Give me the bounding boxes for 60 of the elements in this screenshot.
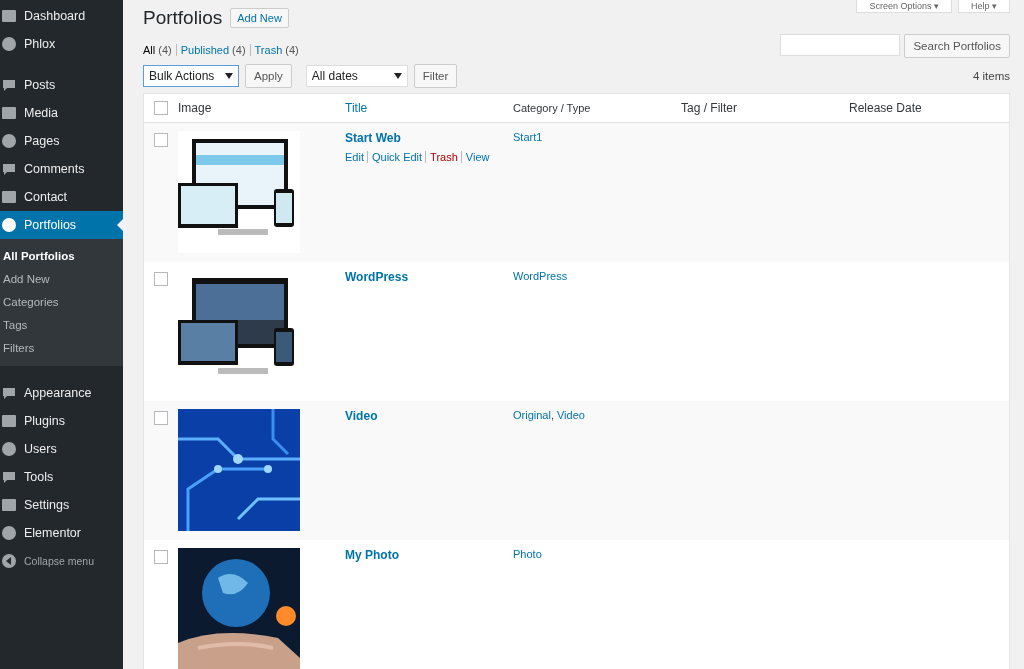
- portfolio-title-link[interactable]: My Photo: [345, 548, 399, 562]
- portfolio-title-link[interactable]: Video: [345, 409, 378, 423]
- row-checkbox[interactable]: [154, 133, 168, 147]
- row-action-link[interactable]: Quick Edit: [366, 151, 423, 163]
- screen-tab-button[interactable]: Screen Options ▾: [856, 0, 952, 13]
- screen-tab-button[interactable]: Help ▾: [958, 0, 1010, 13]
- category-link[interactable]: Photo: [513, 548, 542, 560]
- sidebar-item[interactable]: Phlox: [0, 30, 123, 58]
- sidebar-item[interactable]: Settings: [0, 491, 123, 519]
- category-link[interactable]: Video: [556, 409, 585, 421]
- category-link[interactable]: WordPress: [513, 270, 568, 282]
- sidebar-item[interactable]: Tools: [0, 463, 123, 491]
- row-checkbox[interactable]: [154, 411, 168, 425]
- select-all-checkbox[interactable]: [154, 101, 168, 115]
- sidebar-item[interactable]: Portfolios: [0, 211, 123, 239]
- sidebar-item[interactable]: Posts: [0, 71, 123, 99]
- search-button[interactable]: Search Portfolios: [904, 34, 1010, 58]
- sidebar-item[interactable]: Dashboard: [0, 2, 123, 30]
- column-header: Tag / Filter: [681, 101, 738, 115]
- column-header: Release Date: [849, 101, 923, 115]
- search-field[interactable]: [780, 34, 901, 56]
- submenu-item[interactable]: Tags: [0, 314, 123, 337]
- view-filter-link[interactable]: Trash (4): [249, 44, 299, 56]
- submenu-item[interactable]: Filters: [0, 337, 123, 360]
- sidebar-item[interactable]: Contact: [0, 183, 123, 211]
- column-header[interactable]: Title: [345, 101, 513, 115]
- apply-button[interactable]: Apply: [245, 64, 292, 88]
- row-action-link[interactable]: Edit: [345, 151, 364, 163]
- sidebar-item[interactable]: Collapse menu: [0, 547, 123, 575]
- sidebar-item[interactable]: Pages: [0, 127, 123, 155]
- view-filter-link[interactable]: Published (4): [175, 44, 246, 56]
- date-dropdown[interactable]: All dates: [305, 65, 408, 87]
- comma: ,: [550, 409, 554, 421]
- filter-button[interactable]: Filter: [413, 64, 458, 88]
- add-new-button[interactable]: Add New: [230, 8, 289, 28]
- sidebar-item[interactable]: Media: [0, 99, 123, 127]
- caret-icon: [225, 73, 233, 79]
- row-checkbox[interactable]: [154, 550, 168, 564]
- page-title: Portfolios: [143, 7, 223, 29]
- sidebar-item[interactable]: Plugins: [0, 407, 123, 435]
- submenu-item[interactable]: Add New: [0, 268, 123, 291]
- portfolio-title-link[interactable]: WordPress: [345, 270, 409, 284]
- item-count: 4 items: [972, 70, 1010, 82]
- view-filter-link[interactable]: All (4): [143, 44, 172, 56]
- submenu-item[interactable]: All Portfolios: [0, 245, 123, 268]
- bulk-actions-dropdown[interactable]: Bulk Actions: [143, 65, 239, 87]
- column-header: Image: [178, 101, 213, 115]
- row-action-link[interactable]: View: [460, 151, 490, 163]
- category-link[interactable]: Original: [513, 409, 551, 421]
- sidebar-item[interactable]: Appearance: [0, 379, 123, 407]
- column-header: Category / Type: [513, 102, 592, 114]
- row-action-link[interactable]: Trash: [425, 151, 458, 163]
- submenu-item[interactable]: Categories: [0, 291, 123, 314]
- category-link[interactable]: Start1: [513, 131, 543, 143]
- sidebar-item[interactable]: Elementor: [0, 519, 123, 547]
- row-checkbox[interactable]: [154, 272, 168, 286]
- sidebar-item[interactable]: Users: [0, 435, 123, 463]
- sidebar-item[interactable]: Comments: [0, 155, 123, 183]
- caret-icon: [393, 73, 402, 79]
- portfolio-title-link[interactable]: Start Web: [345, 131, 401, 145]
